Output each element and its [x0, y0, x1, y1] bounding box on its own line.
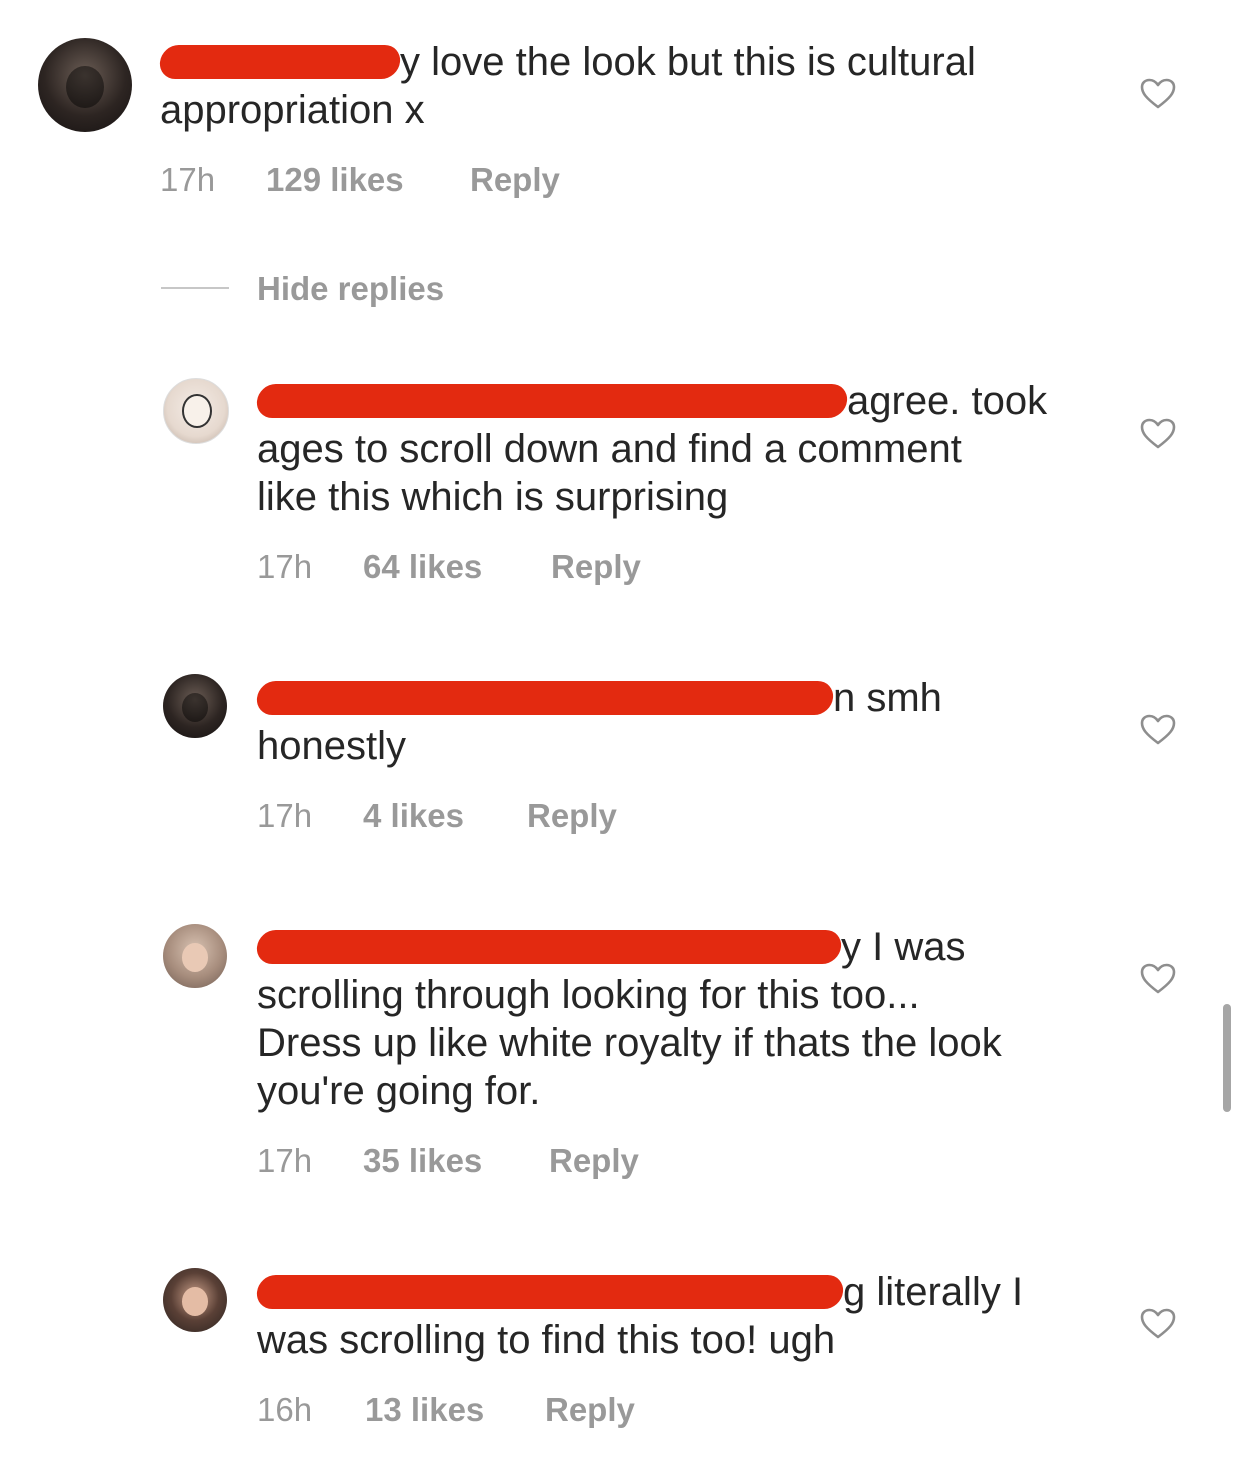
avatar[interactable]: [163, 1268, 227, 1332]
reply-button[interactable]: Reply: [527, 796, 617, 836]
comment-meta: 16h 13 likes Reply: [257, 1390, 635, 1430]
comment-text: y I was scrolling through looking for th…: [255, 923, 1002, 1115]
comment-text-line1: agree. took: [847, 379, 1048, 423]
comment-meta: 17h 64 likes Reply: [257, 547, 641, 587]
comment-text-line3: like this which is surprising: [257, 475, 729, 519]
avatar-face: [182, 693, 208, 722]
heart-icon[interactable]: [1140, 418, 1176, 450]
comment-time: 17h: [160, 161, 216, 198]
reply-button[interactable]: Reply: [549, 1141, 639, 1181]
avatar-face: [182, 943, 208, 972]
divider-line: [161, 287, 229, 289]
scrollbar[interactable]: [1223, 1004, 1231, 1112]
avatar[interactable]: [38, 38, 132, 132]
comment-text-line2: scrolling through looking for this too..…: [257, 973, 920, 1017]
comment-text-line2: ages to scroll down and find a comment: [257, 427, 962, 471]
heart-icon[interactable]: [1140, 78, 1176, 110]
avatar-face: [66, 66, 104, 109]
comment-time: 17h: [257, 1142, 313, 1179]
redaction-mark: [255, 930, 843, 964]
avatar-face: [182, 1287, 208, 1316]
hide-replies-button[interactable]: Hide replies: [257, 269, 444, 309]
comment-likes[interactable]: 35 likes: [363, 1141, 549, 1181]
comment-likes[interactable]: 13 likes: [365, 1390, 545, 1430]
comment-text-line2: honestly: [257, 724, 406, 768]
comment-likes[interactable]: 4 likes: [363, 796, 527, 836]
comment-text-line2: was scrolling to find this too! ugh: [257, 1318, 836, 1362]
comment-time: 16h: [257, 1391, 313, 1428]
redaction-mark: [255, 1275, 845, 1309]
reply-button[interactable]: Reply: [470, 160, 560, 200]
comment-text: agree. took ages to scroll down and find…: [255, 377, 1048, 521]
comment-text: y love the look but this is cultural app…: [158, 38, 976, 134]
comment-text-line3: Dress up like white royalty if thats the…: [257, 1021, 1002, 1065]
avatar[interactable]: [163, 674, 227, 738]
comment-meta: 17h 129 likes Reply: [160, 160, 560, 200]
avatar[interactable]: [163, 924, 227, 988]
comment-text-line1: g literally I: [843, 1270, 1024, 1314]
avatar-face: [181, 394, 212, 428]
heart-icon[interactable]: [1140, 714, 1176, 746]
heart-icon[interactable]: [1140, 963, 1176, 995]
heart-icon[interactable]: [1140, 1308, 1176, 1340]
redaction-mark: [255, 681, 835, 715]
comment-meta: 17h 35 likes Reply: [257, 1141, 639, 1181]
comment-text-line1: n smh: [833, 676, 942, 720]
comment-likes[interactable]: 129 likes: [266, 160, 470, 200]
comment-text-line1: y I was: [841, 925, 966, 969]
redaction-mark: [158, 45, 402, 79]
comment-time: 17h: [257, 548, 313, 585]
comment-text: n smh honestly: [255, 674, 942, 770]
reply-button[interactable]: Reply: [551, 547, 641, 587]
comment-text-line4: you're going for.: [257, 1069, 541, 1113]
redaction-mark: [255, 384, 849, 418]
comment-time: 17h: [257, 797, 313, 834]
avatar[interactable]: [163, 378, 229, 444]
comment-likes[interactable]: 64 likes: [363, 547, 551, 587]
comment-meta: 17h 4 likes Reply: [257, 796, 617, 836]
comment-text-line1: y love the look but this is cultural: [400, 40, 976, 84]
comment-text: g literally I was scrolling to find this…: [255, 1268, 1024, 1364]
reply-button[interactable]: Reply: [545, 1390, 635, 1430]
comment-text-line2: appropriation x: [160, 88, 425, 132]
